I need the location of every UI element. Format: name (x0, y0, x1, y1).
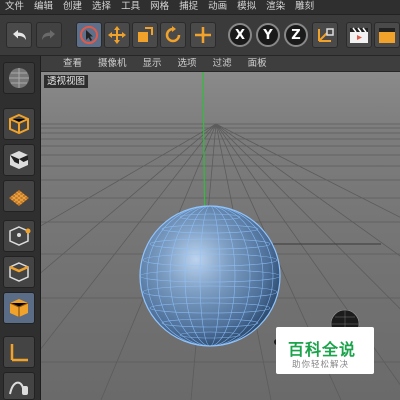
menu-sculpt[interactable]: 雕刻 (290, 0, 319, 14)
axis-y-toggle[interactable]: Y (256, 22, 280, 48)
axis-z-icon: Z (284, 23, 308, 47)
polygon-mode-button[interactable] (3, 292, 35, 324)
cursor-icon (76, 22, 102, 48)
menu-snap[interactable]: 捕捉 (174, 0, 203, 14)
edge-mode-button[interactable] (3, 256, 35, 288)
model-mode-button[interactable] (3, 62, 35, 94)
viewport-label: 透视视图 (44, 75, 89, 88)
scale-tool-button[interactable] (132, 22, 158, 48)
undo-icon (6, 22, 32, 48)
point-mode-button[interactable] (3, 220, 35, 252)
edges-icon (9, 262, 29, 282)
snap-mode-button[interactable] (3, 372, 35, 400)
redo-icon (36, 22, 62, 48)
workplane-mode-button[interactable] (3, 180, 35, 212)
viewport-menu-filter[interactable]: 过滤 (205, 56, 240, 71)
viewport-menu-options[interactable]: 选项 (170, 56, 205, 71)
menu-tools[interactable]: 工具 (116, 0, 145, 14)
menu-bar: 文件 编辑 创建 选择 工具 网格 捕捉 动画 模拟 渲染 雕刻 (0, 0, 400, 15)
axis-y-icon: Y (256, 23, 280, 47)
clapper-icon (346, 22, 372, 48)
viewport-menu: 查看 摄像机 显示 选项 过滤 面板 (41, 56, 400, 72)
coordinate-system-button[interactable] (312, 22, 338, 48)
watermark-title: 百科全说 (288, 340, 357, 359)
menu-render[interactable]: 渲染 (261, 0, 290, 14)
render-settings-icon (374, 22, 400, 48)
cube-icon (9, 113, 29, 135)
axis-x-icon: X (228, 23, 252, 47)
axis-mode-button[interactable] (3, 336, 35, 368)
select-tool-button[interactable] (76, 22, 102, 48)
rotate-icon (160, 22, 186, 48)
world-axis-icon (312, 22, 338, 48)
main-toolbar: X Y Z (0, 15, 400, 56)
move-tool-button[interactable] (104, 22, 130, 48)
object-mode-button[interactable] (3, 108, 35, 140)
points-icon (9, 226, 31, 246)
grid-plane-icon (9, 190, 29, 206)
axis-z-toggle[interactable]: Z (284, 22, 308, 48)
undo-button[interactable] (6, 22, 32, 48)
texture-mode-button[interactable] (3, 144, 35, 176)
scale-icon (132, 22, 158, 48)
axis-x-toggle[interactable]: X (228, 22, 252, 48)
move-icon (104, 22, 130, 48)
menu-create[interactable]: 创建 (58, 0, 87, 14)
menu-select[interactable]: 选择 (87, 0, 116, 14)
viewport-menu-view[interactable]: 查看 (41, 56, 90, 71)
viewport-menu-panel[interactable]: 面板 (240, 56, 275, 71)
checker-cube-icon (10, 151, 28, 169)
snap-curve-icon (9, 381, 28, 395)
watermark-subtitle: 助你轻松解决 (292, 360, 350, 370)
menu-animate[interactable]: 动画 (203, 0, 232, 14)
menu-file[interactable]: 文件 (0, 0, 29, 14)
sphere-grid-icon (9, 68, 29, 88)
transform-tool-button[interactable] (190, 22, 216, 48)
viewport-menu-camera[interactable]: 摄像机 (90, 56, 135, 71)
transform-icon (190, 22, 216, 48)
render-settings-button[interactable] (374, 22, 400, 48)
watermark: 百科全说 助你轻松解决 (276, 327, 374, 374)
menu-mesh[interactable]: 网格 (145, 0, 174, 14)
redo-button[interactable] (36, 22, 62, 48)
render-view-button[interactable] (346, 22, 372, 48)
sphere-object (139, 205, 281, 347)
viewport-menu-display[interactable]: 显示 (135, 56, 170, 71)
axis-icon (10, 344, 28, 362)
polygons-icon (9, 299, 29, 317)
menu-edit[interactable]: 编辑 (29, 0, 58, 14)
menu-simulate[interactable]: 模拟 (232, 0, 261, 14)
left-palette (0, 56, 41, 400)
rotate-tool-button[interactable] (160, 22, 186, 48)
